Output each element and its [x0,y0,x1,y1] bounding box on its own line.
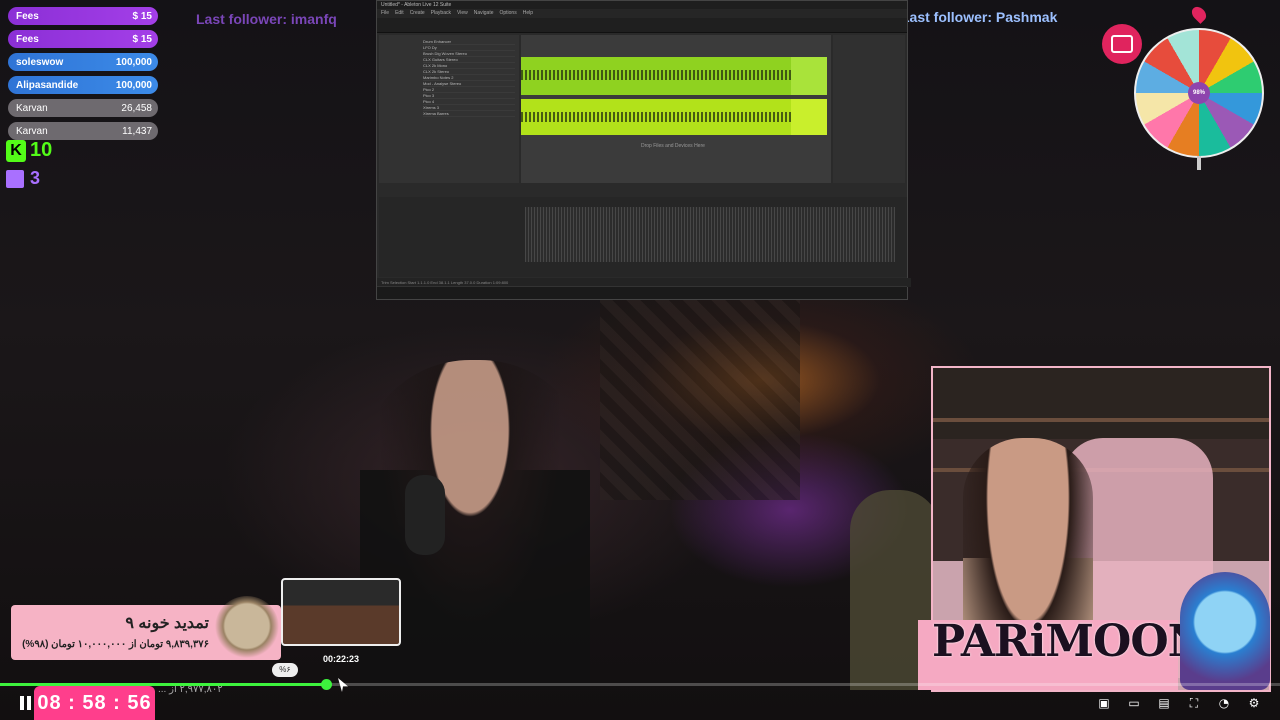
percent-badge: %۶ [272,663,298,677]
goal-title: تمدید خونه ۹ [125,615,209,632]
kick-count: 10 [30,139,53,161]
streamer-brand-logo: PARiMOON [932,616,1208,667]
daw-title: Untitled* - Ableton Live 12 Suite [377,1,907,9]
menu-item[interactable]: Edit [395,9,404,18]
sample-waveform [525,207,895,262]
donation-row: Karvan 26,458 [8,99,158,117]
track-mixer[interactable] [833,35,905,183]
transport-bar [377,18,907,33]
donation-row: soleswow 100,000 [8,53,158,71]
seek-bar[interactable] [0,679,1280,690]
audio-clip[interactable] [791,99,827,135]
twitch-icon [6,169,24,188]
last-follower-right: Last follower: Pashmak [901,9,1058,25]
ableton-window: Untitled* - Ableton Live 12 Suite File E… [376,0,911,300]
browser-list: Drum Enhancer LFO Dy Brush Dig Woven Ste… [423,39,515,117]
microphone [405,475,445,555]
menu-item[interactable]: Help [523,9,533,18]
stream-timer: 08 : 58 : 56 [34,686,155,720]
camera-icon [1102,24,1142,64]
daw-menu: File Edit Create Playback View Navigate … [377,9,907,18]
menu-item[interactable]: File [381,9,389,18]
cat-avatar [1180,572,1270,690]
menu-item[interactable]: Create [410,9,425,18]
daw-browser: Drum Enhancer LFO Dy Brush Dig Woven Ste… [379,35,519,183]
wheel-stand [1197,156,1201,170]
donation-row: Fees $ 15 [8,7,158,25]
player-controls: ▣ ▭ ▤ ⛶ ◔ ⚙ [1096,696,1262,711]
windows-taskbar[interactable] [377,286,907,299]
theater-icon[interactable]: ▭ [1126,696,1142,710]
donation-row: Fees $ 15 [8,30,158,48]
chat-icon[interactable]: ▤ [1156,696,1172,710]
pause-bar [27,696,31,710]
goal-amount: ۹,۸۳۹,۳۷۶ تومان از ۱۰,۰۰۰,۰۰۰ تومان (۹۸%… [22,639,209,650]
menu-item[interactable]: Navigate [474,9,494,18]
last-follower-left: Last follower: imanfq [196,11,337,27]
prize-wheel: 98% [1134,28,1264,158]
fullscreen-icon[interactable]: ⛶ [1186,696,1202,710]
audio-clip[interactable] [521,99,791,135]
pause-bar [20,696,24,710]
donation-list: Fees $ 15 Fees $ 15 soleswow 100,000 Alipas… [8,7,158,145]
donation-row: Karvan 11,437 [8,122,158,140]
menu-item[interactable]: Playback [431,9,451,18]
menu-item[interactable]: View [457,9,468,18]
browser-item[interactable]: Xtrema Barres [423,111,515,117]
settings-icon[interactable]: ⚙ [1246,696,1262,710]
menu-item[interactable]: Options [499,9,516,18]
audio-clip[interactable] [521,57,791,95]
twitch-count: 3 [30,168,41,188]
kick-viewers: K 10 [6,139,52,162]
shelf [933,418,1269,422]
waveform [521,70,791,80]
cat-sticker [215,596,279,658]
drop-hint: Drop Files and Devices Here [641,143,705,149]
pip-icon[interactable]: ▣ [1096,696,1112,710]
twitch-viewers: 3 [6,168,40,189]
acoustic-panel [600,300,800,500]
waveform [521,112,791,122]
wheel-center: 98% [1188,82,1210,104]
arrangement-view[interactable]: Drop Files and Devices Here [521,35,831,183]
seek-time: 00:22:23 [323,654,360,664]
kick-icon: K [6,139,26,162]
pause-button[interactable] [20,696,34,710]
donation-row: Alipasandide 100,000 [8,76,158,94]
audio-clip[interactable] [791,57,827,95]
speed-icon[interactable]: ◔ [1216,696,1232,710]
clip-detail-view[interactable] [379,197,907,277]
seek-thumbnail [281,578,401,646]
